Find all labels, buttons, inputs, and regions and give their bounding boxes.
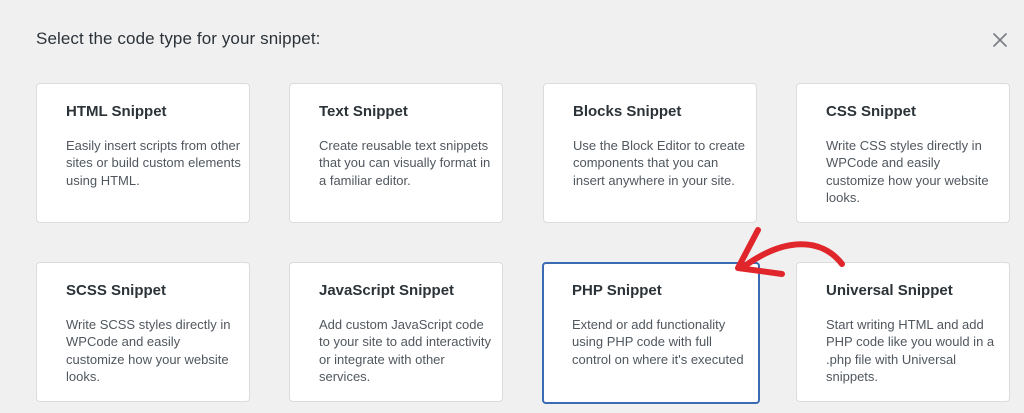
- card-title: Universal Snippet: [826, 282, 953, 299]
- card-scss-snippet[interactable]: SCSS Snippet Write SCSS styles directly …: [36, 262, 250, 402]
- close-button[interactable]: [990, 30, 1010, 50]
- card-title: CSS Snippet: [826, 103, 917, 120]
- card-blocks-snippet[interactable]: Blocks Snippet Use the Block Editor to c…: [543, 83, 757, 223]
- card-description: Start writing HTML and add PHP code like…: [826, 317, 995, 384]
- card-universal-snippet[interactable]: Universal Snippet Start writing HTML and…: [796, 262, 1010, 402]
- card-title: Blocks Snippet: [573, 103, 682, 120]
- close-icon: [993, 33, 1007, 47]
- card-text-snippet[interactable]: Text Snippet Create reusable text snippe…: [289, 83, 503, 223]
- card-description: Write CSS styles directly in WPCode and …: [826, 138, 989, 205]
- card-title: HTML Snippet: [66, 103, 167, 120]
- card-description: Use the Block Editor to create component…: [573, 138, 745, 188]
- card-html-snippet[interactable]: HTML Snippet Easily insert scripts from …: [36, 83, 250, 223]
- card-description: Extend or add functionality using PHP co…: [572, 317, 744, 367]
- card-javascript-snippet[interactable]: JavaScript Snippet Add custom JavaScript…: [289, 262, 503, 402]
- card-title: SCSS Snippet: [66, 282, 167, 299]
- card-description: Create reusable text snippets that you c…: [319, 138, 491, 188]
- card-title: JavaScript Snippet: [319, 282, 455, 299]
- dialog-title: Select the code type for your snippet:: [36, 29, 321, 48]
- card-description: Write SCSS styles directly in WPCode and…: [66, 317, 231, 384]
- card-description: Easily insert scripts from other sites o…: [66, 138, 241, 188]
- card-php-snippet[interactable]: PHP Snippet Extend or add functionality …: [542, 262, 760, 404]
- card-title: PHP Snippet: [572, 282, 662, 299]
- card-description: Add custom JavaScript code to your site …: [319, 317, 491, 384]
- card-css-snippet[interactable]: CSS Snippet Write CSS styles directly in…: [796, 83, 1010, 223]
- card-title: Text Snippet: [319, 103, 408, 120]
